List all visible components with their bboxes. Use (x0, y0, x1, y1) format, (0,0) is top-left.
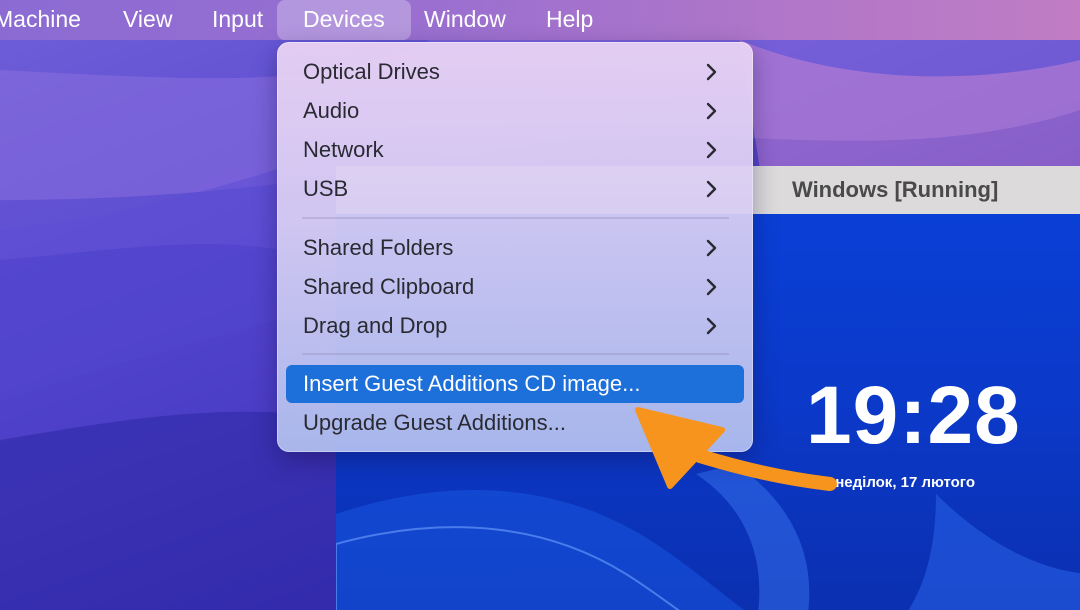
menu-input[interactable]: Input (212, 0, 263, 40)
chevron-right-icon (706, 278, 717, 296)
menu-item-usb[interactable]: USB (286, 170, 744, 208)
devices-dropdown-menu: Optical Drives Audio Network USB Shared … (277, 42, 753, 452)
menu-bar: Machine View Input Devices Window Help (0, 0, 1080, 40)
menu-item-label: Shared Folders (303, 235, 454, 260)
chevron-right-icon (706, 102, 717, 120)
menu-item-label: Optical Drives (303, 59, 440, 84)
desktop: Machine View Input Devices Window Help W… (0, 0, 1080, 610)
vm-window-title: Windows [Running] (792, 177, 999, 202)
menu-item-label: Drag and Drop (303, 313, 448, 338)
menu-separator (302, 353, 729, 355)
menu-item-drag-and-drop[interactable]: Drag and Drop (286, 307, 744, 345)
menu-item-label: Insert Guest Additions CD image... (303, 371, 641, 396)
chevron-right-icon (706, 239, 717, 257)
menu-devices[interactable]: Devices (277, 0, 411, 40)
menu-item-label: Network (303, 137, 384, 162)
chevron-right-icon (706, 317, 717, 335)
menu-window[interactable]: Window (424, 0, 506, 40)
menu-item-audio[interactable]: Audio (286, 92, 744, 130)
chevron-right-icon (706, 141, 717, 159)
chevron-right-icon (706, 180, 717, 198)
menu-item-label: Audio (303, 98, 360, 123)
orange-arrow-icon (635, 407, 837, 491)
menu-item-insert-guest-additions[interactable]: Insert Guest Additions CD image... (286, 365, 744, 403)
menu-item-shared-folders[interactable]: Shared Folders (286, 229, 744, 267)
menu-machine[interactable]: Machine (0, 0, 81, 40)
menu-item-label: USB (303, 176, 349, 201)
menu-item-label: Upgrade Guest Additions... (303, 410, 566, 435)
menu-view[interactable]: View (123, 0, 172, 40)
menu-separator (302, 217, 729, 219)
chevron-right-icon (706, 63, 717, 81)
menu-help[interactable]: Help (546, 0, 593, 40)
menu-item-network[interactable]: Network (286, 131, 744, 169)
menu-item-optical-drives[interactable]: Optical Drives (286, 53, 744, 91)
menu-item-shared-clipboard[interactable]: Shared Clipboard (286, 268, 744, 306)
menu-item-label: Shared Clipboard (303, 274, 475, 299)
